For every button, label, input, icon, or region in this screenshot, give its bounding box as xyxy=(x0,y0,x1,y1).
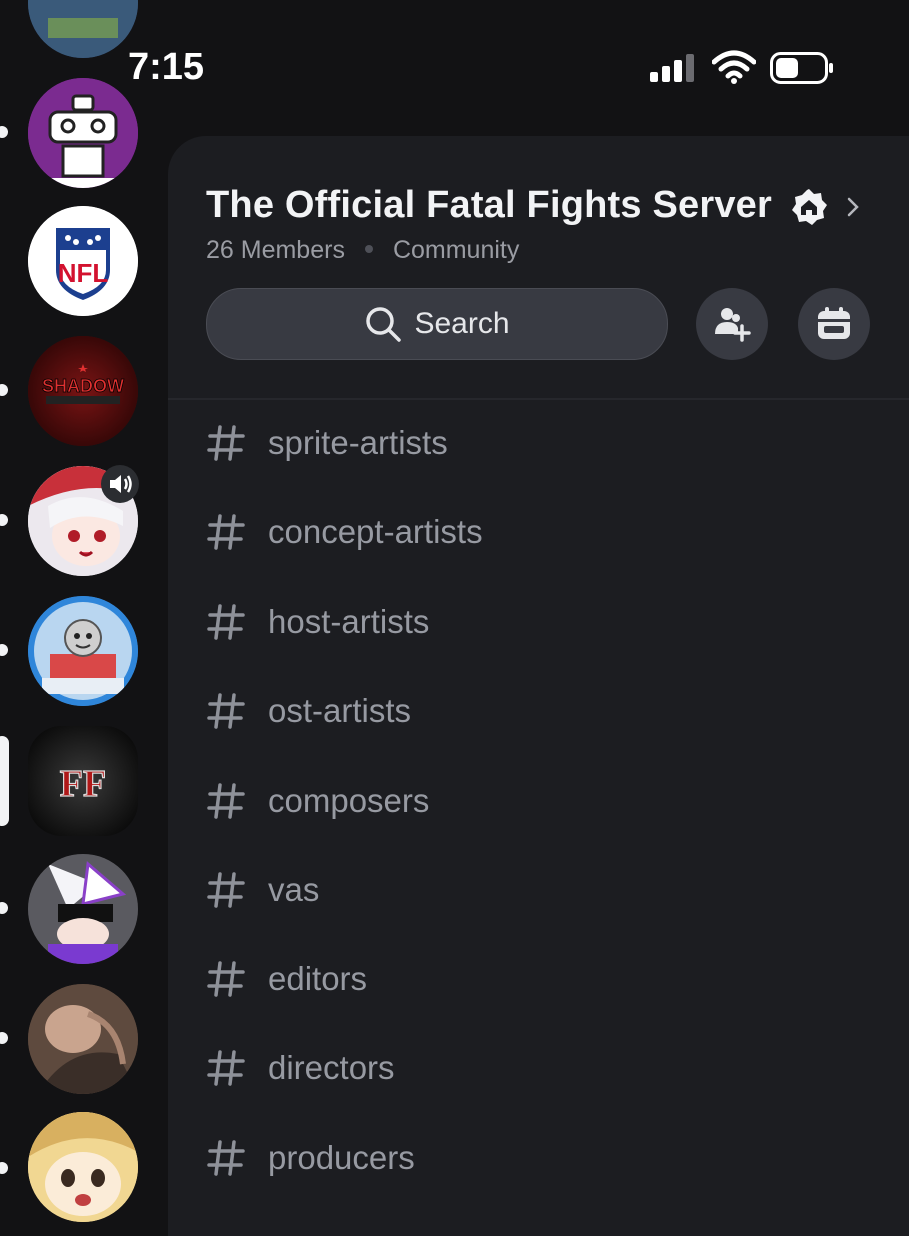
svg-text:NFL: NFL xyxy=(58,258,109,288)
svg-text:FF: FF xyxy=(60,763,106,805)
unread-indicator xyxy=(0,514,8,526)
search-label: Search xyxy=(414,307,510,340)
server-thomas[interactable] xyxy=(28,596,138,706)
server-dark-art[interactable] xyxy=(28,984,138,1094)
channel-item[interactable]: editors xyxy=(206,949,367,1009)
channel-item[interactable]: composers xyxy=(206,771,429,831)
battery-icon xyxy=(770,52,833,84)
cellular-signal-icon xyxy=(650,54,694,82)
unread-indicator xyxy=(0,902,8,914)
channel-item[interactable]: producers xyxy=(206,1128,415,1188)
search-icon xyxy=(366,307,402,342)
chevron-right-icon[interactable] xyxy=(844,192,864,222)
server-blonde-character[interactable] xyxy=(28,1112,138,1222)
character-avatar-icon xyxy=(28,854,138,964)
server-list[interactable]: NFL SHADOW FF xyxy=(0,0,166,1222)
channel-item[interactable]: vas xyxy=(206,860,319,920)
wifi-icon xyxy=(712,50,756,84)
calendar-icon xyxy=(818,307,850,339)
channel-item[interactable]: ost-artists xyxy=(206,681,411,741)
channel-name: editors xyxy=(268,960,368,997)
channel-name: directors xyxy=(268,1049,395,1086)
text-channel-icon xyxy=(207,872,245,908)
server-meta: 26 Members Community xyxy=(206,236,519,265)
channel-item[interactable]: directors xyxy=(206,1038,395,1098)
selected-server-indicator xyxy=(0,736,9,826)
server-purple-character[interactable] xyxy=(28,854,138,964)
artwork-avatar-icon xyxy=(28,984,138,1094)
channel-name: vas xyxy=(268,871,320,908)
thomas-avatar-icon xyxy=(28,596,138,706)
unread-indicator xyxy=(0,1162,8,1174)
server-shadow-revolution[interactable]: SHADOW xyxy=(28,336,138,446)
text-channel-icon xyxy=(207,604,245,640)
text-channel-icon xyxy=(207,693,245,729)
text-channel-icon xyxy=(207,1050,245,1086)
unread-indicator xyxy=(0,644,8,656)
channel-name: host-artists xyxy=(268,603,430,640)
server-title[interactable]: The Official Fatal Fights Server xyxy=(206,184,772,227)
add-user-icon xyxy=(715,308,751,342)
channel-item[interactable]: sprite-artists xyxy=(206,413,448,473)
channel-item[interactable]: host-artists xyxy=(206,592,429,652)
server-partial-top[interactable] xyxy=(28,0,138,58)
server-fatal-fights[interactable]: FF xyxy=(28,726,138,836)
robot-icon xyxy=(28,78,138,188)
unread-indicator xyxy=(0,1032,8,1044)
nfl-logo-icon: NFL xyxy=(28,206,138,316)
channel-name: concept-artists xyxy=(268,513,483,550)
channel-name: ost-artists xyxy=(268,692,412,729)
server-robot[interactable] xyxy=(28,78,138,188)
server-type: Community xyxy=(392,236,520,264)
fatal-fights-logo-icon: FF xyxy=(28,726,138,836)
text-channel-icon xyxy=(207,1140,245,1176)
unread-indicator xyxy=(0,384,8,396)
channel-panel: The Official Fatal Fights Server 26 Memb… xyxy=(168,136,909,1236)
character-avatar-icon xyxy=(28,1112,138,1222)
channel-item[interactable]: concept-artists xyxy=(206,502,483,562)
search-button[interactable]: Search xyxy=(206,288,668,360)
channel-name: producers xyxy=(268,1139,415,1176)
text-channel-icon xyxy=(207,425,245,461)
text-channel-icon xyxy=(207,783,245,819)
channel-name: sprite-artists xyxy=(268,424,448,461)
member-count: 26 Members xyxy=(206,236,345,264)
server-nfl[interactable]: NFL xyxy=(28,206,138,316)
shadow-revolution-logo-icon: SHADOW xyxy=(28,336,138,446)
voice-speaker-icon xyxy=(101,465,139,503)
community-badge-icon xyxy=(792,189,827,225)
invite-members-button[interactable] xyxy=(696,288,768,360)
header-divider xyxy=(168,398,909,400)
svg-text:SHADOW: SHADOW xyxy=(42,376,124,396)
events-button[interactable] xyxy=(798,288,870,360)
channel-name: composers xyxy=(268,782,430,819)
text-channel-icon xyxy=(207,514,245,550)
text-channel-icon xyxy=(207,961,245,997)
separator-dot xyxy=(364,245,373,254)
unread-indicator xyxy=(0,126,8,138)
